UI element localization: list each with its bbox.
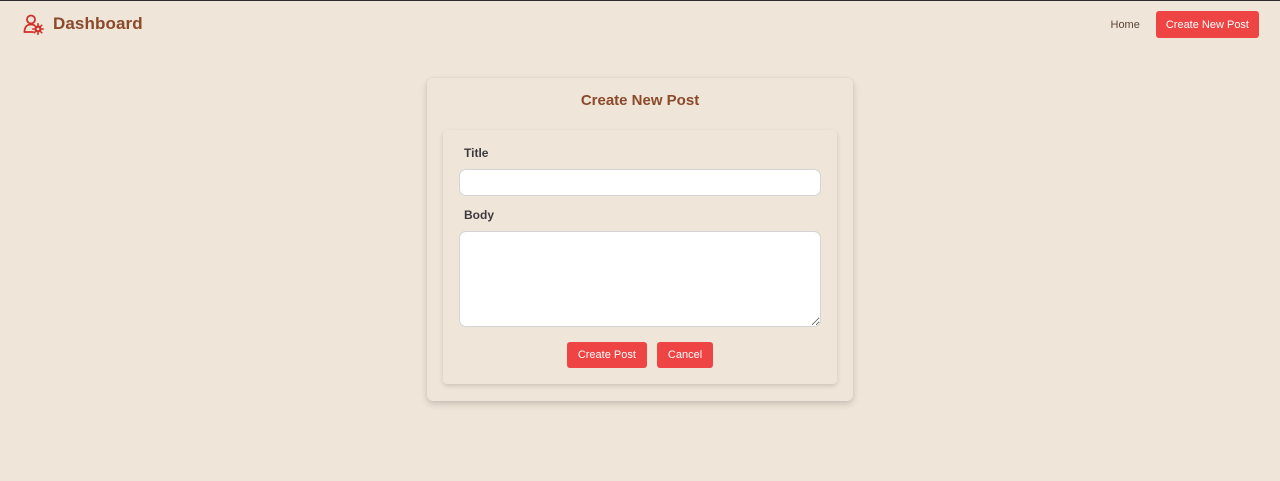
brand[interactable]: Dashboard bbox=[22, 13, 143, 36]
page-title: Create New Post bbox=[580, 92, 700, 109]
user-settings-icon bbox=[22, 13, 45, 36]
create-post-form: Title Body Create Post Cancel bbox=[443, 130, 837, 384]
create-post-card: Create New Post Title Body Create Post C… bbox=[427, 78, 853, 401]
title-input[interactable] bbox=[459, 169, 821, 196]
title-label: Title bbox=[464, 146, 489, 160]
body-textarea[interactable] bbox=[459, 231, 821, 327]
form-actions: Create Post Cancel bbox=[443, 342, 837, 368]
body-label: Body bbox=[464, 208, 494, 222]
nav-create-post-button[interactable]: Create New Post bbox=[1155, 11, 1259, 38]
nav-links: Home Create New Post bbox=[1111, 11, 1259, 38]
brand-title: Dashboard bbox=[53, 14, 143, 33]
navbar: Dashboard Home Create New Post bbox=[0, 1, 1280, 47]
create-post-button[interactable]: Create Post bbox=[566, 342, 647, 368]
nav-home-link[interactable]: Home bbox=[1111, 19, 1140, 31]
cancel-button[interactable]: Cancel bbox=[656, 342, 714, 368]
